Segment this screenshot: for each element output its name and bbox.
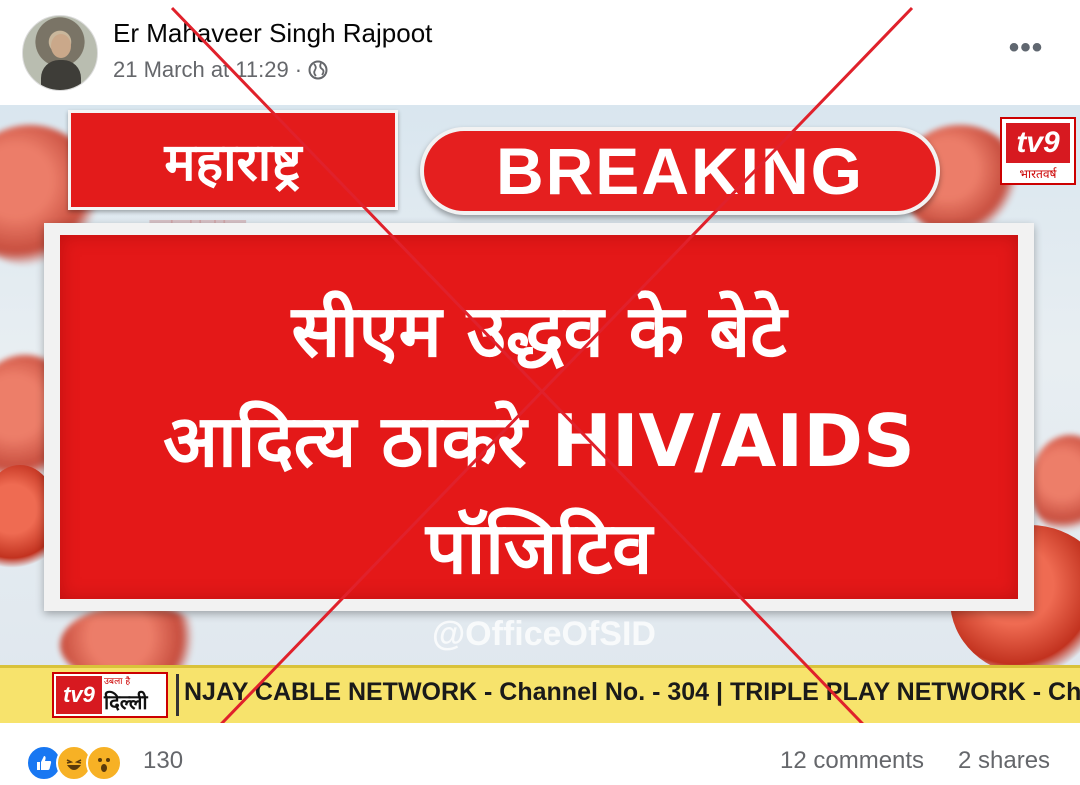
headline-line-3: पॉजिटिव <box>425 506 653 590</box>
comments-link[interactable]: 12 comments <box>780 747 924 775</box>
ticker-logo-tag: उबला है <box>104 677 131 687</box>
shares-link[interactable]: 2 shares <box>958 747 1050 775</box>
watermark: @OfficeOfSID <box>432 615 656 653</box>
author-name[interactable]: Er Mahaveer Singh Rajpoot <box>113 18 432 49</box>
virus-graphic <box>1030 435 1080 535</box>
reaction-icons[interactable] <box>26 745 122 781</box>
headline-line-1: सीएम उद्धव के बेटे <box>291 289 787 373</box>
avatar[interactable] <box>22 15 98 91</box>
post-meta: 21 March at 11:29 · <box>113 57 328 83</box>
breaking-pill: BREAKING <box>420 127 940 215</box>
post-header: Er Mahaveer Singh Rajpoot 21 March at 11… <box>0 0 1080 105</box>
reaction-count[interactable]: 130 <box>143 747 183 775</box>
headline-box: सीएम उद्धव के बेटे आदित्य ठाकरे HIV/AIDS… <box>60 235 1018 599</box>
channel-logo-sub: भारतवर्ष <box>1019 167 1057 181</box>
post-image[interactable]: महाराष्ट्र महाराष्ट्र BREAKING tv9 भारतव… <box>0 105 1080 723</box>
ticker-logo: tv9 उबला है दिल्ली <box>52 672 168 718</box>
avatar-body <box>41 60 81 90</box>
ticker-logo-text: tv9 <box>56 676 102 714</box>
ticker-text: NJAY CABLE NETWORK - Channel No. - 304 |… <box>184 678 1080 706</box>
channel-logo-text: tv9 <box>1006 123 1070 163</box>
state-banner: महाराष्ट्र <box>68 110 398 210</box>
more-icon: ••• <box>1008 31 1044 64</box>
wow-icon <box>86 745 122 781</box>
post-timestamp[interactable]: 21 March at 11:29 <box>113 57 289 83</box>
globe-icon <box>308 60 328 80</box>
state-label: महाराष्ट्र <box>164 132 302 193</box>
avatar-head <box>51 34 71 58</box>
news-ticker: tv9 उबला है दिल्ली NJAY CABLE NETWORK - … <box>0 665 1080 723</box>
ticker-logo-city: दिल्ली <box>104 690 148 714</box>
breaking-label: BREAKING <box>495 134 864 208</box>
headline-card: सीएम उद्धव के बेटे आदित्य ठाकरे HIV/AIDS… <box>44 223 1034 611</box>
headline-line-2: आदित्य ठाकरे HIV/AIDS <box>163 399 915 483</box>
meta-separator: · <box>294 57 303 82</box>
more-options-button[interactable]: ••• <box>1000 28 1052 68</box>
ticker-divider <box>176 674 179 716</box>
channel-logo: tv9 भारतवर्ष <box>1000 117 1076 185</box>
post-footer: 130 12 comments 2 shares <box>0 723 1080 785</box>
